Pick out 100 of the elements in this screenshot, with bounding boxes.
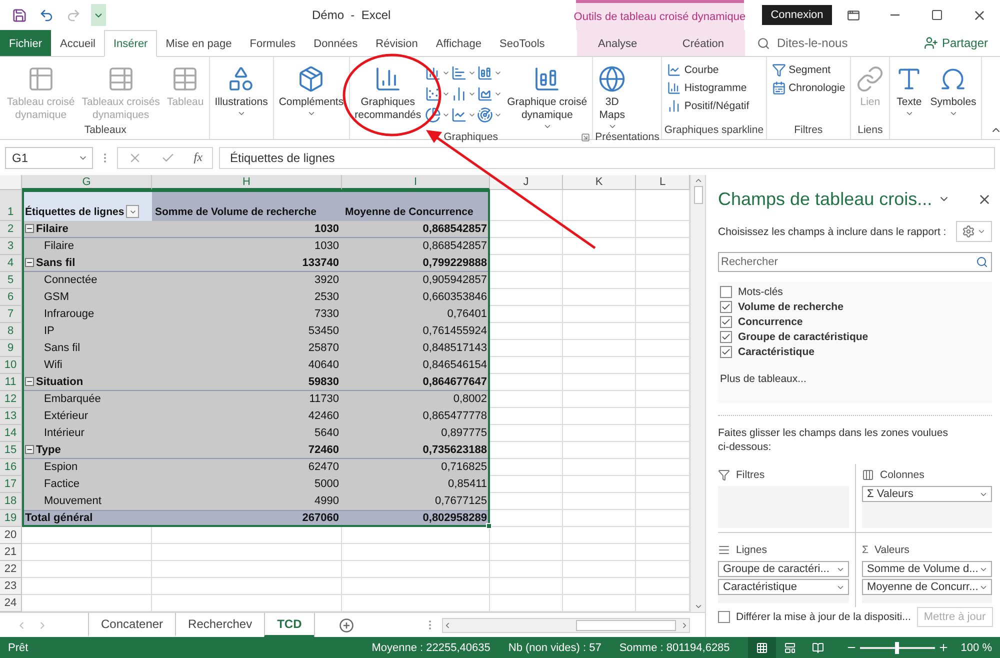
ribbon-tab[interactable]: Fichier xyxy=(0,30,52,56)
table-cell: 59830 xyxy=(152,374,342,391)
ribbon-button[interactable]: Segment xyxy=(768,62,848,78)
collapse-icon[interactable] xyxy=(25,377,34,386)
row-header[interactable]: 15 xyxy=(0,442,22,459)
row-header[interactable]: 4 xyxy=(0,255,22,272)
row-header[interactable]: 19 xyxy=(0,510,22,527)
row-header[interactable]: 14 xyxy=(0,425,22,442)
search-field[interactable]: Rechercher xyxy=(718,252,992,272)
normal-view-icon xyxy=(756,642,768,654)
name-box[interactable]: G1 xyxy=(5,146,93,168)
field-label[interactable]: Volume de recherche xyxy=(738,301,844,314)
row-header[interactable]: 1 xyxy=(0,190,22,221)
column-header[interactable]: J xyxy=(490,175,563,190)
table-cell: 0,761455924 xyxy=(342,323,490,340)
row-header[interactable]: 17 xyxy=(0,476,22,493)
timeline-icon xyxy=(772,81,786,95)
ribbon-button[interactable]: Chronologie xyxy=(768,80,848,96)
fill-handle[interactable] xyxy=(486,523,492,529)
row-header[interactable]: 24 xyxy=(0,595,22,612)
checkbox[interactable] xyxy=(720,301,732,314)
window-title: Démo - Excel xyxy=(312,8,391,22)
customize-toolbar-button[interactable] xyxy=(91,4,106,26)
collapse-icon[interactable] xyxy=(25,224,34,233)
row-header[interactable]: 7 xyxy=(0,306,22,323)
zoom-in-icon[interactable] xyxy=(938,642,949,653)
zoom-slider-thumb[interactable] xyxy=(895,642,900,654)
shapes-icon xyxy=(227,65,256,93)
area-field-dropdown[interactable]: Somme de Volume d... xyxy=(862,561,992,577)
row-header[interactable]: 12 xyxy=(0,391,22,408)
table-cell: Filaire xyxy=(22,238,152,255)
ribbon-tab[interactable]: Analyse xyxy=(577,30,658,56)
ribbon-button[interactable]: Compléments xyxy=(276,59,347,118)
sheet-tab[interactable]: TCD xyxy=(264,613,314,637)
ribbon-tab[interactable]: Création xyxy=(661,30,745,56)
checkbox[interactable] xyxy=(718,611,730,623)
area-field-dropdown[interactable]: Σ Valeurs xyxy=(862,486,992,502)
column-header[interactable]: K xyxy=(563,175,636,190)
ribbon-button[interactable]: Symboles xyxy=(927,59,980,118)
ribbon-button[interactable]: Graphiques recommandés xyxy=(352,59,424,122)
collapse-icon[interactable] xyxy=(25,445,34,454)
ribbon-button[interactable]: Positif/Négatif xyxy=(664,98,752,114)
collapse-icon[interactable] xyxy=(25,258,34,267)
horizontal-scrollbar[interactable] xyxy=(442,618,690,632)
field-label[interactable]: Mots-clés xyxy=(738,286,783,298)
row-header[interactable]: 5 xyxy=(0,272,22,289)
checkbox-label: Différer la mise à jour de la dispositi... xyxy=(736,611,911,623)
row-header[interactable]: 20 xyxy=(0,527,22,544)
column-header[interactable]: G xyxy=(22,175,152,190)
row-header[interactable]: 8 xyxy=(0,323,22,340)
checkbox[interactable] xyxy=(720,346,732,358)
ribbon-button[interactable]: Graphique croisé dynamique xyxy=(504,59,590,131)
table-cell: 0,864677647 xyxy=(342,374,490,391)
area-field-dropdown[interactable]: Caractéristique xyxy=(718,579,849,595)
row-header[interactable]: 13 xyxy=(0,408,22,425)
insert-function-button[interactable]: fx xyxy=(194,150,202,165)
row-header[interactable]: 9 xyxy=(0,340,22,357)
vertical-scrollbar[interactable] xyxy=(690,175,705,612)
checkbox[interactable] xyxy=(720,331,732,344)
settings-button[interactable] xyxy=(956,221,992,242)
filter-dropdown-button[interactable] xyxy=(126,205,140,218)
area-field-dropdown[interactable]: Moyenne de Concurr... xyxy=(862,579,992,595)
zoom-level: 100 % xyxy=(960,642,992,654)
ribbon-tab[interactable]: Insérer xyxy=(104,30,157,57)
ribbon-button[interactable]: Illustrations xyxy=(212,59,271,118)
field-label[interactable]: Caractéristique xyxy=(738,346,814,358)
column-header[interactable]: H xyxy=(152,175,342,190)
tell-me-field[interactable]: Dites-le-nous xyxy=(775,35,865,51)
formula-field[interactable]: Étiquettes de lignes xyxy=(219,146,995,168)
column-header[interactable]: I xyxy=(342,175,490,190)
row-header[interactable]: 6 xyxy=(0,289,22,306)
table-cell: 0,848517143 xyxy=(342,340,490,357)
row-header[interactable]: 23 xyxy=(0,578,22,595)
field-label[interactable]: Concurrence xyxy=(738,316,803,328)
row-header[interactable]: 2 xyxy=(0,221,22,238)
search-icon xyxy=(976,256,988,268)
view-button[interactable] xyxy=(748,637,776,658)
more-tables-link[interactable]: Plus de tableaux... xyxy=(720,373,990,386)
row-header[interactable]: 11 xyxy=(0,374,22,391)
ribbon-button[interactable]: 3D Maps xyxy=(595,59,630,131)
ribbon-button[interactable]: Histogramme xyxy=(664,80,752,96)
scroll-thumb[interactable] xyxy=(694,186,702,204)
row-header[interactable]: 16 xyxy=(0,459,22,476)
share-button[interactable]: Partager xyxy=(912,30,1000,56)
row-header[interactable]: 10 xyxy=(0,357,22,374)
field-label[interactable]: Groupe de caractéristique xyxy=(738,331,868,344)
row-header[interactable]: 22 xyxy=(0,561,22,578)
ribbon-button[interactable]: Texte xyxy=(892,59,926,118)
column-header[interactable]: L xyxy=(636,175,690,190)
checkbox[interactable] xyxy=(720,316,732,328)
pane-title: Champs de tableau crois... xyxy=(718,188,932,210)
row-header[interactable]: 21 xyxy=(0,544,22,561)
sign-in-button[interactable]: Connexion xyxy=(762,5,832,25)
checkbox[interactable] xyxy=(720,286,732,298)
scroll-thumb[interactable] xyxy=(576,620,676,630)
dialog-launcher-icon[interactable] xyxy=(581,133,590,142)
row-header[interactable]: 3 xyxy=(0,238,22,255)
area-field-dropdown[interactable]: Groupe de caractéri... xyxy=(718,561,849,577)
ribbon-button[interactable]: Courbe xyxy=(664,62,752,78)
row-header[interactable]: 18 xyxy=(0,493,22,510)
